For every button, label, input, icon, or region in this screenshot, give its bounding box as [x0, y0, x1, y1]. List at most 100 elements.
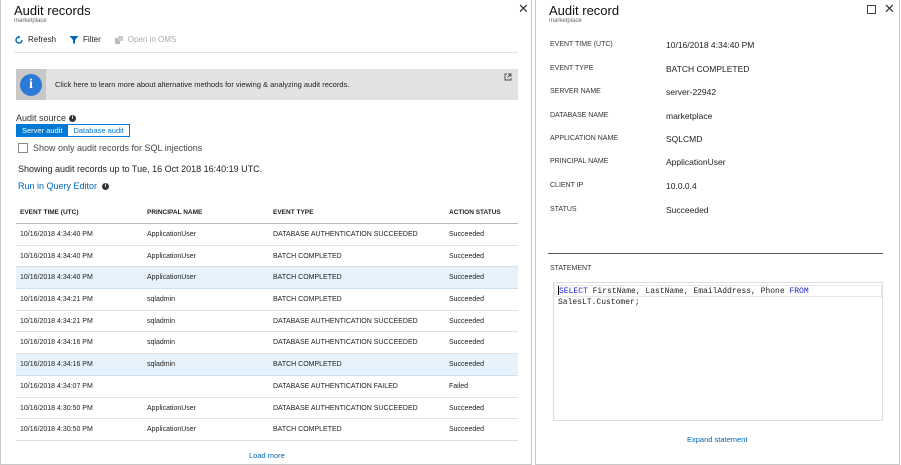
sql-injection-label: Show only audit records for SQL injectio… [33, 143, 203, 153]
open-in-oms-label: Open in OMS [127, 35, 177, 44]
table-cell: Succeeded [449, 339, 485, 347]
table-row[interactable]: 10/16/2018 4:30:50 PM ApplicationUser DATA… [16, 398, 518, 420]
table-cell: 10/16/2018 4:34:21 PM [20, 317, 93, 325]
open-in-oms-button[interactable]: Open in OMS [114, 35, 176, 45]
table-cell: BATCH COMPLETED [273, 426, 342, 434]
refresh-icon [15, 35, 23, 44]
blade-subtitle: marketplace [549, 18, 582, 24]
table-cell: Succeeded [449, 404, 485, 412]
blade-title: Audit records [14, 3, 91, 18]
table-cell: ApplicationUser [147, 404, 197, 412]
table-row[interactable]: 10/16/2018 4:30:50 PM ApplicationUser BATC… [16, 419, 518, 441]
table-cell: sqladmin [147, 317, 176, 325]
field-label: APPLICATION NAME [550, 135, 618, 142]
table-cell: 10/16/2018 4:34:40 PM [20, 231, 93, 238]
code-line: SalesLT.Customer; [558, 297, 878, 308]
toolbar: Refresh Filter Open in OMS [14, 33, 189, 46]
close-icon[interactable]: ✕ [518, 2, 529, 15]
field-value: 10/16/2018 4:34:40 PM [666, 40, 755, 50]
info-icon: i [20, 73, 42, 96]
field-value: ApplicationUser [666, 157, 726, 167]
table-cell: BATCH COMPLETED [273, 361, 342, 369]
filter-button[interactable]: Filter [69, 35, 101, 45]
table-cell: 10/16/2018 4:34:16 PM [20, 339, 93, 347]
close-icon[interactable]: ✕ [884, 2, 895, 15]
table-row[interactable]: 10/16/2018 4:34:21 PM sqladmin BATCH COMPL… [16, 289, 518, 311]
refresh-button[interactable]: Refresh [14, 35, 56, 45]
table-row[interactable]: 10/16/2018 4:34:40 PM ApplicationUser BATC… [16, 246, 518, 268]
table-cell: Succeeded [449, 252, 485, 260]
table-cell: ApplicationUser [147, 231, 197, 238]
statement-label: STATEMENT [550, 265, 592, 272]
statement-editor[interactable]: SELECT FirstName, LastName, EmailAddress… [553, 282, 883, 421]
table-cell: Failed [449, 382, 469, 390]
table-cell: 10/16/2018 4:34:07 PM [20, 382, 93, 390]
table-cell: DATABASE AUTHENTICATION SUCCEEDED [273, 317, 418, 325]
sql-injection-checkbox[interactable] [18, 143, 28, 153]
table-cell: DATABASE AUTHENTICATION SUCCEEDED [273, 339, 418, 347]
info-icon[interactable]: i [69, 114, 77, 122]
table-cell: ApplicationUser [147, 274, 197, 282]
table-cell: Succeeded [449, 361, 485, 369]
keyword: FROM [789, 287, 809, 296]
table-cell: DATABASE AUTHENTICATION SUCCEEDED [273, 404, 418, 412]
code-text: FirstName, LastName, EmailAddress, Phone [587, 287, 790, 296]
server-audit-option[interactable]: Server audit [16, 124, 69, 137]
table-row[interactable]: 10/16/2018 4:34:40 PM ApplicationUser BATC… [16, 267, 518, 290]
table-cell: Succeeded [449, 296, 485, 304]
blade-title: Audit record [549, 3, 620, 18]
field-label: EVENT TYPE [550, 65, 594, 72]
field-value: BATCH COMPLETED [666, 64, 750, 74]
field-label: SERVER NAME [550, 88, 601, 95]
table-cell: 10/16/2018 4:30:50 PM [20, 426, 93, 434]
external-link-icon[interactable] [504, 73, 512, 81]
field-value: marketplace [666, 111, 713, 121]
maximize-icon[interactable] [867, 5, 876, 14]
table-cell: sqladmin [147, 361, 176, 369]
expand-statement-link[interactable]: Expand statement [687, 435, 747, 444]
database-audit-option[interactable]: Database audit [68, 124, 130, 137]
field-value: server-22942 [666, 87, 717, 97]
table-cell: DATABASE AUTHENTICATION FAILED [273, 382, 398, 390]
table-row[interactable]: 10/16/2018 4:34:07 PM DATABASE AUTHENTICA… [16, 376, 518, 398]
showing-text: Showing audit records up to Tue, 16 Oct … [18, 164, 263, 174]
table-cell: ApplicationUser [147, 252, 197, 260]
field-label: CLIENT IP [550, 182, 584, 189]
table-row[interactable]: 10/16/2018 4:34:40 PM ApplicationUser DATA… [16, 224, 518, 246]
audit-record-blade: Audit record marketplace ✕ EVENT TIME (U… [535, 0, 900, 465]
column-header[interactable]: ACTION STATUS [449, 209, 501, 216]
column-header[interactable]: EVENT TYPE [273, 209, 313, 216]
audit-source-text: Audit source [16, 113, 67, 123]
table-cell: ApplicationUser [147, 426, 197, 434]
banner-text: Click here to learn more about alternati… [55, 80, 350, 89]
field-label: PRINCIPAL NAME [550, 158, 609, 165]
field-value: SQLCMD [666, 134, 703, 144]
section-divider [548, 253, 883, 254]
oms-icon [114, 35, 123, 44]
table-row[interactable]: 10/16/2018 4:34:21 PM sqladmin DATABASE AU… [16, 311, 518, 333]
table-cell: 10/16/2018 4:34:40 PM [20, 252, 93, 260]
field-label: EVENT TIME (UTC) [550, 41, 613, 48]
table-row[interactable]: 10/16/2018 4:34:16 PM sqladmin DATABASE AU… [16, 332, 518, 355]
table-cell: Succeeded [449, 231, 485, 238]
sql-injection-filter: Show only audit records for SQL injectio… [18, 143, 202, 153]
column-header[interactable]: EVENT TIME (UTC) [20, 209, 79, 216]
load-more-link[interactable]: Load more [249, 451, 285, 460]
info-icon[interactable]: i [102, 182, 110, 190]
column-header[interactable]: PRINCIPAL NAME [147, 209, 202, 216]
table-cell: 10/16/2018 4:30:50 PM [20, 404, 93, 412]
table-row[interactable]: 10/16/2018 4:34:16 PM sqladmin BATCH COMPL… [16, 354, 518, 376]
table-cell: 10/16/2018 4:34:40 PM [20, 274, 93, 282]
refresh-label: Refresh [28, 35, 57, 44]
table-cell: Succeeded [449, 317, 485, 325]
table-header: EVENT TIME (UTC) PRINCIPAL NAME EVENT TY… [16, 202, 518, 224]
toolbar-divider [14, 52, 518, 53]
table-cell: DATABASE AUTHENTICATION SUCCEEDED [273, 231, 418, 238]
table-cell: 10/16/2018 4:34:16 PM [20, 361, 93, 369]
run-in-query-editor-link[interactable]: Run in Query Editor i [18, 181, 110, 191]
field-value: 10.0.0.4 [666, 181, 697, 191]
table-cell: BATCH COMPLETED [273, 274, 342, 282]
table-cell: 10/16/2018 4:34:21 PM [20, 296, 93, 304]
info-banner[interactable]: i Click here to learn more about alterna… [16, 69, 518, 100]
field-label: STATUS [550, 206, 577, 213]
